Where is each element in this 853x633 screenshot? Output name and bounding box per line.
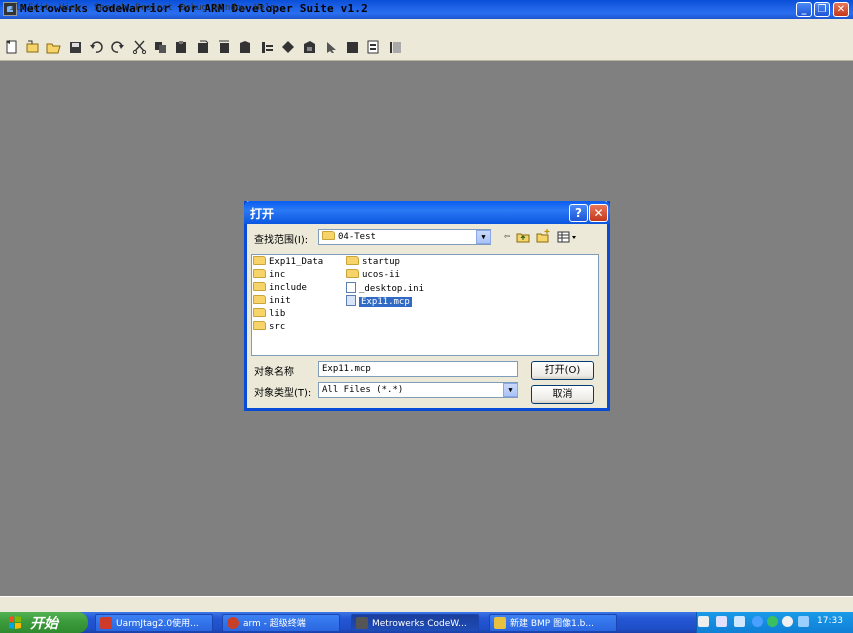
folder-icon: [346, 256, 359, 265]
folder-icon: [253, 295, 266, 304]
filetype-select[interactable]: All Files (*.*): [318, 382, 518, 398]
compare-icon[interactable]: [238, 40, 253, 54]
cancel-button[interactable]: 取消: [531, 385, 594, 404]
folder-icon: [322, 231, 335, 240]
menu-project[interactable]: Project: [135, 3, 173, 13]
folder-icon: [253, 269, 266, 278]
new-text-file-icon[interactable]: [4, 40, 19, 54]
security-icon[interactable]: [767, 616, 778, 627]
cut-icon[interactable]: [132, 40, 147, 54]
find-next-icon[interactable]: [217, 40, 232, 54]
toolbar: [0, 36, 853, 61]
menu-debug[interactable]: Debug: [180, 3, 207, 13]
undo-icon[interactable]: [89, 40, 104, 54]
file-list-column-2: startup ucos-ii _desktop.ini Exp11.mcp: [346, 256, 424, 308]
folder-icon: [253, 308, 266, 317]
file-list-column-1: Exp11_Data inc include init lib src: [253, 256, 323, 334]
close-button[interactable]: ✕: [833, 2, 849, 17]
folder-icon: [253, 321, 266, 330]
taskbar-item-uarmjtag[interactable]: UarmJtag2.0使用...: [95, 614, 213, 632]
folder-icon: [346, 269, 359, 278]
menu-view[interactable]: View: [59, 3, 81, 13]
look-in-combobox[interactable]: 04-Test: [318, 229, 491, 245]
save-icon[interactable]: [68, 40, 83, 54]
paste-icon[interactable]: [174, 40, 189, 54]
open-button[interactable]: 打开(O): [531, 361, 594, 380]
folder-icon: [253, 256, 266, 265]
look-in-value: 04-Test: [338, 232, 376, 242]
debug-icon[interactable]: [281, 40, 296, 54]
menu-file[interactable]: File: [4, 3, 26, 13]
copy-icon[interactable]: [153, 40, 168, 54]
list-item[interactable]: src: [253, 321, 323, 334]
minimize-button[interactable]: _: [796, 2, 812, 17]
bracket-icon[interactable]: [260, 40, 275, 54]
menu-search[interactable]: Search: [94, 3, 127, 13]
network-icon[interactable]: [752, 616, 763, 627]
open-folder-icon[interactable]: [46, 40, 61, 54]
dialog-title: 打开: [250, 207, 275, 221]
dialog-close-button[interactable]: ✕: [589, 204, 608, 222]
folder-icon: [253, 282, 266, 291]
status-bar: [0, 596, 853, 613]
keyboard-icon[interactable]: [698, 616, 709, 627]
redo-icon[interactable]: [110, 40, 125, 54]
start-button[interactable]: 开始: [0, 612, 88, 633]
clock: 17:33: [817, 616, 843, 626]
pdf-icon: [100, 617, 112, 629]
up-folder-icon[interactable]: [516, 231, 530, 243]
help-tray-icon[interactable]: [716, 616, 727, 627]
filetype-label: 对象类型(T):: [254, 388, 312, 399]
taskbar-item-codewarrior[interactable]: Metrowerks CodeW...: [351, 614, 479, 632]
list-item[interactable]: Exp11_Data: [253, 256, 323, 269]
messenger-icon[interactable]: [782, 616, 793, 627]
list-item[interactable]: ucos-ii: [346, 269, 424, 282]
settings-icon[interactable]: [366, 40, 381, 54]
make-icon[interactable]: [302, 40, 317, 54]
window-icon[interactable]: [388, 40, 403, 54]
filename-label: 对象名称: [254, 367, 294, 378]
list-item[interactable]: include: [253, 282, 323, 295]
menu-help[interactable]: Help: [254, 3, 276, 13]
look-in-dropdown-arrow[interactable]: ▼: [476, 230, 491, 244]
back-arrow-icon[interactable]: ⇦: [500, 231, 514, 243]
filetype-dropdown-arrow[interactable]: ▼: [503, 383, 518, 397]
input-method-icon[interactable]: [734, 616, 745, 627]
run-icon[interactable]: [324, 40, 339, 54]
list-item[interactable]: startup: [346, 256, 424, 269]
list-item-selected[interactable]: Exp11.mcp: [346, 295, 424, 308]
volume-icon[interactable]: [798, 616, 809, 627]
stop-icon[interactable]: [345, 40, 360, 54]
start-label: 开始: [30, 616, 58, 632]
list-item[interactable]: inc: [253, 269, 323, 282]
dialog-title-bar: [244, 201, 610, 224]
settings-file-icon: [346, 282, 356, 293]
look-in-label: 查找范围(I):: [254, 235, 309, 246]
menu-bar: [0, 19, 853, 36]
find-icon[interactable]: [196, 40, 211, 54]
list-item[interactable]: init: [253, 295, 323, 308]
codewarrior-icon: [356, 617, 368, 629]
list-item[interactable]: lib: [253, 308, 323, 321]
new-folder-icon[interactable]: [536, 229, 551, 243]
taskbar-item-paint[interactable]: 新建 BMP 图像1.b...: [489, 614, 617, 632]
filename-input[interactable]: Exp11.mcp: [318, 361, 518, 377]
list-item[interactable]: _desktop.ini: [346, 282, 424, 295]
dialog-help-button[interactable]: ?: [569, 204, 588, 222]
paint-icon: [494, 617, 506, 629]
taskbar-item-hyperterminal[interactable]: arm - 超级终端: [222, 614, 340, 632]
menu-window[interactable]: Window: [214, 3, 247, 13]
restore-button[interactable]: ❐: [814, 2, 830, 17]
hyperterminal-icon: [227, 617, 239, 629]
new-project-icon[interactable]: [25, 40, 40, 54]
menu-edit[interactable]: Edit: [28, 3, 50, 13]
mcp-project-file-icon: [346, 295, 356, 306]
windows-logo-icon: [9, 616, 21, 629]
view-menu-icon[interactable]: [557, 231, 577, 243]
